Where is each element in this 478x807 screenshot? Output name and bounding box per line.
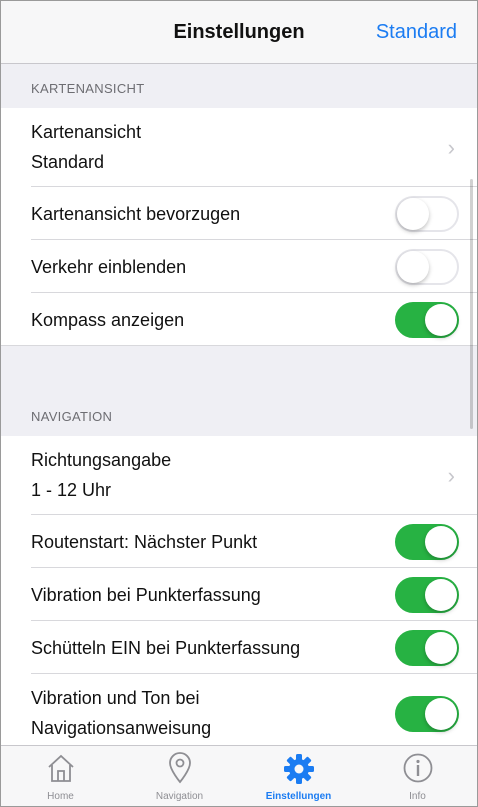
direction-row[interactable]: Richtungsangabe 1 - 12 Uhr ›	[1, 436, 477, 515]
home-icon	[47, 754, 74, 782]
show-compass-label: Kompass anzeigen	[31, 309, 185, 330]
info-icon	[403, 753, 432, 783]
toggle-knob	[425, 697, 457, 730]
direction-label: Richtungsangabe	[31, 450, 172, 470]
direction-value: 1 - 12 Uhr	[31, 480, 112, 500]
toggle-knob	[425, 631, 457, 664]
settings-list[interactable]: KARTENANSICHT Kartenansicht Standard › K…	[1, 64, 477, 753]
section-header-kartenansicht: KARTENANSICHT	[31, 81, 145, 96]
tab-navigation-label: Navigation	[155, 791, 204, 802]
vibration-capture-label: Vibration bei Punkterfassung	[31, 584, 261, 605]
gear-icon	[283, 754, 314, 784]
route-start-label: Routenstart: Nächster Punkt	[31, 531, 258, 552]
shake-capture-label: Schütteln EIN bei Punkterfassung	[31, 637, 301, 658]
toggle-knob	[425, 578, 457, 611]
map-view-value: Standard	[31, 152, 105, 172]
vibration-capture-row: Vibration bei Punkterfassung	[1, 568, 477, 621]
route-start-toggle[interactable]	[395, 523, 459, 560]
tab-home[interactable]: Home	[1, 746, 120, 806]
tab-settings[interactable]: Einstellungen	[239, 746, 358, 806]
section-header-navigation: NAVIGATION	[31, 409, 113, 424]
vibration-sound-toggle[interactable]	[395, 695, 459, 732]
map-view-label: Kartenansicht	[31, 122, 142, 142]
tab-info-label: Info	[409, 791, 426, 802]
show-traffic-toggle[interactable]	[395, 248, 459, 285]
vibration-sound-label-line2: Navigationsanweisung	[31, 718, 212, 738]
tab-bar: Home Navigation Einstellungen Info	[1, 745, 477, 806]
show-compass-row: Kompass anzeigen	[1, 293, 477, 346]
standard-button[interactable]: Standard	[376, 21, 457, 44]
map-view-row[interactable]: Kartenansicht Standard ›	[1, 108, 477, 187]
chevron-right-icon: ›	[447, 134, 455, 160]
prefer-map-view-toggle[interactable]	[395, 195, 459, 232]
show-traffic-row: Verkehr einblenden	[1, 240, 477, 293]
tab-home-label: Home	[47, 791, 74, 802]
prefer-map-view-row: Kartenansicht bevorzugen	[1, 187, 477, 240]
tab-navigation[interactable]: Navigation	[120, 746, 239, 806]
route-start-row: Routenstart: Nächster Punkt	[1, 515, 477, 568]
toggle-knob	[397, 197, 429, 230]
shake-capture-row: Schütteln EIN bei Punkterfassung	[1, 621, 477, 674]
location-pin-icon	[168, 752, 191, 784]
navigation-bar: Einstellungen Standard	[1, 1, 477, 64]
toggle-knob	[397, 250, 429, 283]
scrollbar[interactable]	[470, 179, 473, 429]
vibration-sound-row: Vibration und Ton bei Navigationsanweisu…	[1, 674, 477, 753]
prefer-map-view-label: Kartenansicht bevorzugen	[31, 203, 241, 224]
show-traffic-label: Verkehr einblenden	[31, 256, 187, 277]
vibration-capture-toggle[interactable]	[395, 576, 459, 613]
tab-info[interactable]: Info	[358, 746, 477, 806]
tab-settings-label: Einstellungen	[265, 791, 332, 802]
chevron-right-icon: ›	[447, 462, 455, 488]
vibration-sound-label-line1: Vibration und Ton bei	[31, 688, 200, 708]
shake-capture-toggle[interactable]	[395, 629, 459, 666]
toggle-knob	[425, 525, 457, 558]
app-frame: Einstellungen Standard KARTENANSICHT Kar…	[0, 0, 478, 807]
toggle-knob	[425, 303, 457, 336]
show-compass-toggle[interactable]	[395, 301, 459, 338]
